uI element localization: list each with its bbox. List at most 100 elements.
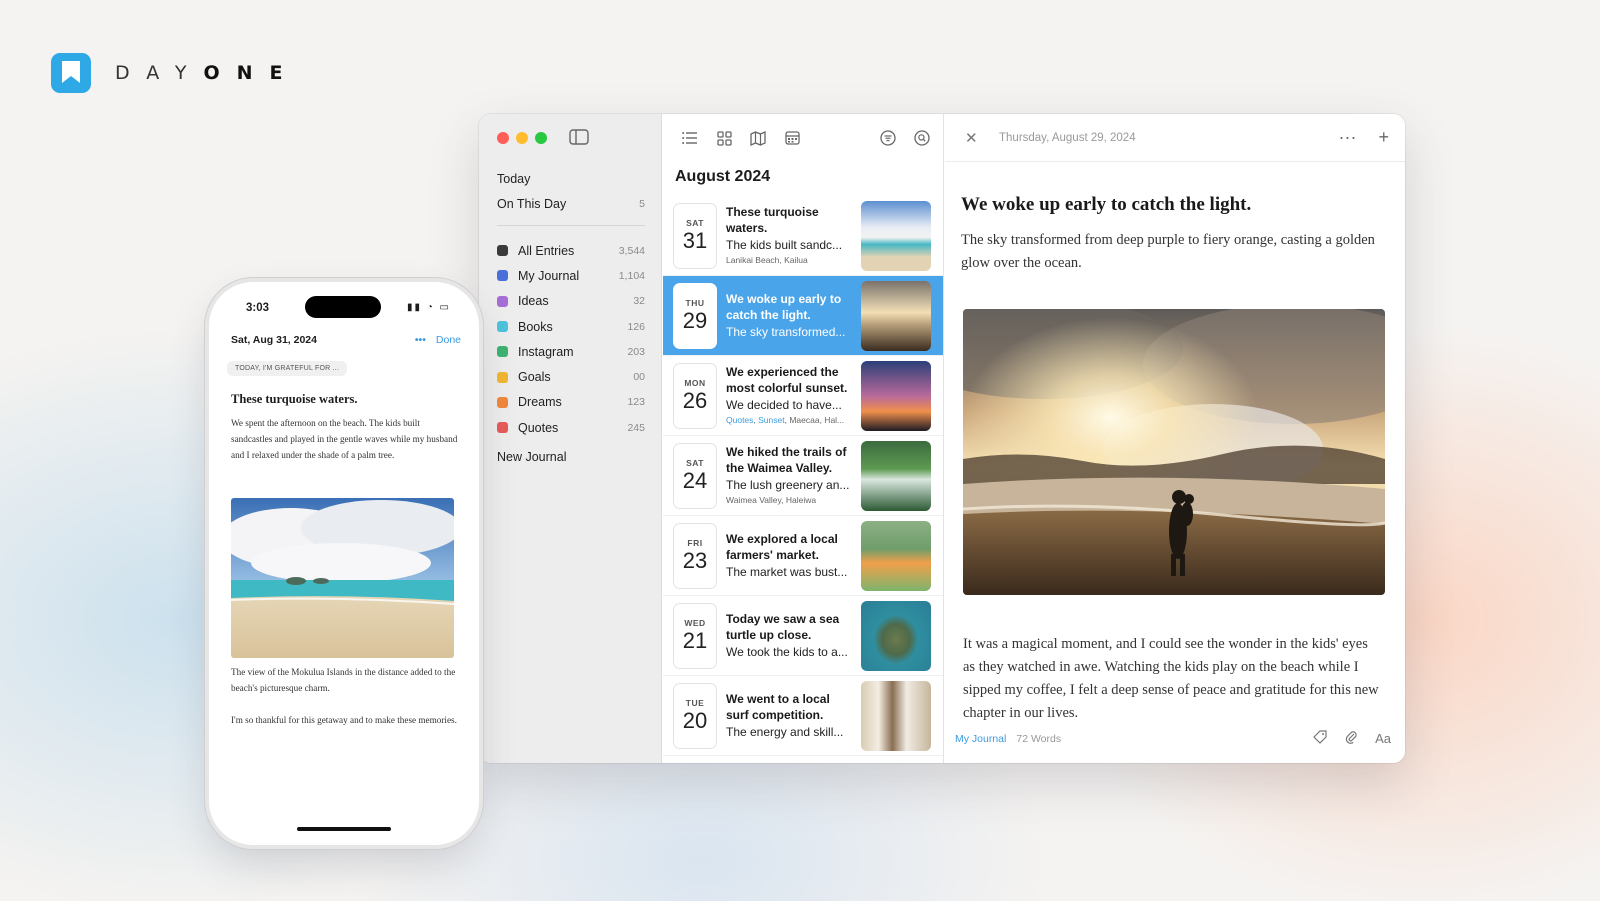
entry-paragraph-2[interactable]: It was a magical moment, and I could see… (963, 633, 1383, 725)
entry-row[interactable]: THU 29 We woke up early to catch the light… (663, 276, 943, 356)
entry-title[interactable]: We woke up early to catch the light. (961, 194, 1251, 216)
daily-prompt[interactable]: TODAY, I'M GRATEFUL FOR ... (227, 361, 347, 376)
entry-weekday: THU (685, 297, 705, 308)
filter-icon[interactable] (879, 129, 897, 147)
entry-row-title: We went to a local surf competition. (726, 691, 830, 723)
close-window-button[interactable] (497, 132, 509, 144)
zoom-window-button[interactable] (535, 132, 547, 144)
map-view-icon[interactable] (749, 129, 767, 147)
more-icon[interactable]: ••• (415, 334, 426, 346)
dynamic-island (305, 296, 381, 318)
phone-status-bar: 3:03 ▮▮ ◔ ▭ (209, 296, 479, 322)
entry-day: 23 (682, 547, 708, 573)
entry-date-badge: FRI 23 (673, 522, 717, 589)
grid-view-icon[interactable] (715, 129, 733, 147)
entry-row[interactable]: SAT 24 We hiked the trails of the Waimea V… (663, 436, 943, 516)
sidebar-journal-my-journal[interactable]: My Journal 1,104 (497, 263, 645, 288)
entry-tag[interactable]: Sunset (758, 415, 784, 425)
sidebar-journal-goals[interactable]: Goals 00 (497, 364, 645, 389)
entry-thumbnail (861, 520, 931, 591)
journal-name: All Entries (518, 243, 575, 258)
sidebar-item-on-this-day[interactable]: On This Day 5 (497, 191, 645, 216)
entry-row[interactable]: FRI 23 We explored a local farmers' market… (663, 516, 943, 596)
attachment-icon[interactable] (1345, 730, 1357, 747)
journal-list: All Entries 3,544 My Journal 1,104 Ideas 32 Bo… (497, 238, 645, 440)
entry-weekday: FRI (687, 537, 703, 548)
entry-tag[interactable]: Quotes (726, 415, 753, 425)
mac-app-window: Today On This Day 5 All Entries 3,544 My Jo… (479, 114, 1405, 763)
list-view-icon[interactable] (681, 129, 699, 147)
phone-entry-photo[interactable] (231, 498, 454, 658)
entry-date-badge: SAT 24 (673, 442, 717, 509)
search-icon[interactable] (913, 129, 931, 147)
journal-count: 203 (627, 345, 645, 358)
entry-text: These turquoise waters. The kids built sa… (717, 204, 861, 268)
sidebar-journal-quotes[interactable]: Quotes 245 (497, 415, 645, 440)
entry-weekday: MON (684, 377, 706, 388)
detail-toolbar: ✕ Thursday, August 29, 2024 ··· + (945, 114, 1405, 162)
entry-day: 20 (682, 707, 708, 733)
entry-row[interactable]: MON 26 We experienced the most colorful su… (663, 356, 943, 436)
entry-day: 31 (682, 227, 708, 253)
phone-closing-text[interactable]: I'm so thankful for this getaway and to … (231, 712, 459, 728)
entry-text: We hiked the trails of the Waimea Valley… (717, 444, 861, 508)
minimize-window-button[interactable] (516, 132, 528, 144)
bookmark-icon (51, 53, 91, 93)
entry-preview: The sky transformed... (726, 324, 846, 339)
phone-entry-title[interactable]: These turquoise waters. (231, 392, 358, 407)
entry-day: 26 (682, 387, 708, 413)
entry-text: We experienced the most colorful sunset.… (717, 364, 861, 428)
list-toolbar (663, 114, 943, 162)
sidebar-journal-instagram[interactable]: Instagram 203 (497, 339, 645, 364)
close-icon[interactable]: ✕ (965, 129, 983, 147)
entry-location: Lanikai Beach, Kailua (726, 255, 808, 266)
entry-day: 24 (682, 467, 708, 493)
sidebar: Today On This Day 5 All Entries 3,544 My Jo… (479, 114, 662, 763)
window-controls (497, 132, 547, 144)
sidebar-item-today[interactable]: Today (497, 166, 645, 191)
month-header: August 2024 (675, 168, 771, 185)
done-button[interactable]: Done (436, 334, 461, 346)
journal-color-swatch (497, 371, 508, 383)
entry-location: Waimea Valley, Haleiwa (726, 495, 817, 506)
entry-detail-pane: ✕ Thursday, August 29, 2024 ··· + We wok… (945, 114, 1405, 763)
sidebar-journal-dreams[interactable]: Dreams 123 (497, 390, 645, 415)
sidebar-journal-ideas[interactable]: Ideas 32 (497, 289, 645, 314)
entry-preview: The lush greenery an... (726, 477, 850, 492)
detail-footer: My Journal 72 Words Aa (955, 730, 1391, 747)
format-text-button[interactable]: Aa (1375, 731, 1391, 746)
word-count: 72 Words (1016, 732, 1062, 745)
journal-count: 1,104 (618, 269, 645, 282)
sidebar-toggle-icon[interactable] (569, 129, 589, 150)
journal-link[interactable]: My Journal (955, 733, 1006, 745)
journal-count: 123 (627, 396, 645, 409)
entry-date-badge: TUE 20 (673, 682, 717, 749)
sidebar-journal-books[interactable]: Books 126 (497, 314, 645, 339)
entry-row[interactable]: WED 21 Today we saw a sea turtle up close.… (663, 596, 943, 676)
sidebar-journal-all-entries[interactable]: All Entries 3,544 (497, 238, 645, 263)
entry-row[interactable]: SAT 31 These turquoise waters. The kids bui… (663, 196, 943, 276)
journal-name: Ideas (518, 294, 549, 309)
more-icon[interactable]: ··· (1339, 127, 1357, 148)
journal-count: 126 (627, 320, 645, 333)
tag-icon[interactable] (1313, 730, 1327, 747)
entry-preview: The energy and skill... (726, 724, 844, 739)
phone-entry-body[interactable]: We spent the afternoon on the beach. The… (231, 415, 459, 463)
phone-entry-date: Sat, Aug 31, 2024 (231, 334, 317, 346)
entry-photo[interactable] (963, 309, 1385, 595)
entry-row[interactable]: TUE 20 We went to a local surf competition… (663, 676, 943, 756)
dayone-logo: DAYONE (51, 53, 299, 93)
plus-icon[interactable]: + (1378, 127, 1389, 148)
new-journal-button[interactable]: New Journal (497, 450, 645, 464)
entry-weekday: SAT (686, 457, 704, 468)
calendar-view-icon[interactable] (783, 129, 801, 147)
iphone-mockup: 3:03 ▮▮ ◔ ▭ Sat, Aug 31, 2024 ••• Done T… (209, 282, 479, 845)
journal-name: Dreams (518, 395, 562, 410)
entry-weekday: TUE (685, 697, 705, 708)
entry-thumbnail (861, 200, 931, 271)
beach-photo (231, 498, 454, 658)
entry-list-pane: August 2024 SAT 31 These turquoise waters.… (663, 114, 944, 763)
entry-paragraph[interactable]: The sky transformed from deep purple to … (961, 229, 1376, 275)
phone-photo-caption[interactable]: The view of the Mokulua Islands in the d… (231, 664, 459, 696)
entry-weekday: SAT (686, 217, 704, 228)
